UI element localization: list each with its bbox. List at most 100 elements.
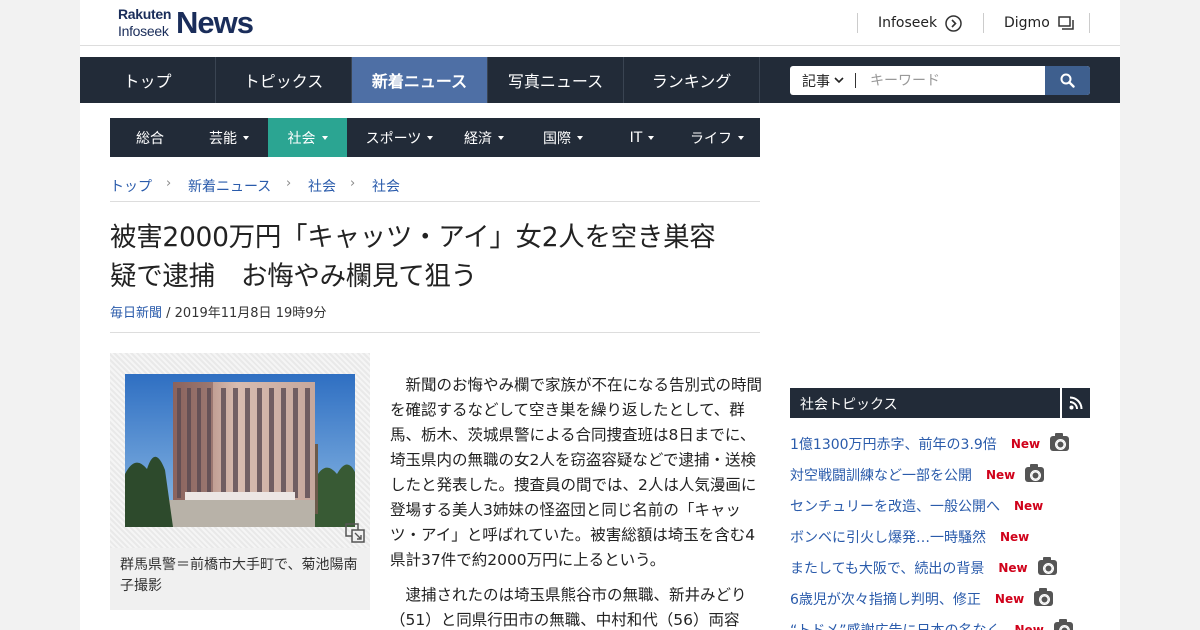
topic-item[interactable]: センチュリーを改造、一般公開へ New bbox=[790, 490, 1090, 521]
category-economy[interactable]: 経済 bbox=[452, 118, 516, 157]
tab-top[interactable]: トップ bbox=[80, 57, 216, 103]
topic-item[interactable]: 6歳児が次々指摘し判明、修正 New bbox=[790, 583, 1090, 614]
chevron-right-icon: › bbox=[286, 176, 292, 191]
search-input[interactable] bbox=[860, 66, 1040, 95]
search-icon bbox=[1060, 73, 1075, 88]
logo-brand: News bbox=[176, 5, 254, 40]
category-label: 社会 bbox=[287, 130, 316, 147]
divider bbox=[857, 13, 858, 33]
rss-icon bbox=[1069, 396, 1083, 410]
digmo-link-label: Digmo bbox=[1004, 15, 1050, 31]
category-nav: 総合 芸能 社会 スポーツ 経済 国際 IT ライフ bbox=[110, 118, 760, 157]
category-label: IT bbox=[629, 129, 643, 146]
category-label: スポーツ bbox=[365, 130, 422, 147]
breadcrumb: トップ › 新着ニュース › 社会 › 社会 bbox=[110, 174, 760, 202]
category-label: 国際 bbox=[543, 130, 571, 147]
topic-title: 6歳児が次々指摘し判明、修正 bbox=[790, 591, 981, 608]
divider bbox=[983, 13, 984, 33]
topic-title: センチュリーを改造、一般公開へ bbox=[790, 498, 1000, 515]
caret-down-icon bbox=[498, 135, 504, 140]
article-title-line2: 疑で逮捕 お悔やみ欄見て狙う bbox=[110, 261, 477, 292]
category-sports[interactable]: スポーツ bbox=[347, 118, 452, 157]
digmo-link[interactable]: Digmo bbox=[1004, 14, 1075, 32]
new-badge: New bbox=[1000, 529, 1030, 544]
tab-topics[interactable]: トピックス bbox=[216, 57, 352, 103]
category-entertainment[interactable]: 芸能 bbox=[190, 118, 268, 157]
camera-icon bbox=[1034, 588, 1054, 606]
main-nav: トップ トピックス 新着ニュース 写真ニュース ランキング 記事 bbox=[80, 57, 1120, 103]
camera-icon bbox=[1053, 619, 1073, 630]
expand-image-icon[interactable] bbox=[345, 523, 365, 543]
category-life[interactable]: ライフ bbox=[674, 118, 760, 157]
search-scope-label: 記事 bbox=[802, 73, 830, 90]
category-label: 経済 bbox=[464, 130, 492, 147]
caret-down-icon bbox=[321, 135, 328, 140]
article-paragraph: 新聞のお悔やみ欄で家族が不在になる告別式の時間を確認するなどして空き巣を繰り返し… bbox=[390, 376, 763, 569]
topic-title: 1億1300万円赤字、前年の3.9倍 bbox=[790, 436, 997, 453]
caret-down-icon bbox=[648, 135, 655, 140]
chevron-down-icon bbox=[834, 77, 844, 84]
topic-title: 対空戦闘訓練など一部を公開 bbox=[790, 467, 972, 484]
article-body: 新聞のお悔やみ欄で家族が不在になる告別式の時間を確認するなどして空き巣を繰り返し… bbox=[390, 373, 762, 630]
breadcrumb-item-society-sub[interactable]: 社会 bbox=[372, 176, 400, 196]
camera-icon bbox=[1037, 557, 1057, 575]
police-building-photo bbox=[125, 374, 355, 527]
chevron-right-icon: › bbox=[166, 176, 172, 191]
article-date: / 2019年11月8日 19時9分 bbox=[162, 306, 327, 321]
article-photo[interactable]: 群馬県警＝前橋市大手町で、菊池陽南子撮影 bbox=[110, 353, 370, 610]
infoseek-link-label: Infoseek bbox=[878, 15, 938, 31]
category-it[interactable]: IT bbox=[610, 118, 674, 157]
window-icon bbox=[1058, 16, 1074, 30]
tab-ranking[interactable]: ランキング bbox=[624, 57, 760, 103]
category-label: 総合 bbox=[136, 130, 164, 147]
new-badge: New bbox=[986, 467, 1016, 482]
caret-down-icon bbox=[738, 135, 744, 140]
topic-item[interactable]: 対空戦闘訓練など一部を公開 New bbox=[790, 459, 1090, 490]
topic-title: ボンベに引火し爆発…一時騒然 bbox=[790, 529, 986, 546]
category-international[interactable]: 国際 bbox=[516, 118, 610, 157]
photo-caption: 群馬県警＝前橋市大手町で、菊池陽南子撮影 bbox=[120, 557, 358, 594]
breadcrumb-item-top[interactable]: トップ bbox=[110, 176, 152, 196]
new-badge: New bbox=[1014, 622, 1044, 630]
divider bbox=[1089, 13, 1090, 33]
caret-down-icon bbox=[577, 135, 583, 140]
breadcrumb-item-latest[interactable]: 新着ニュース bbox=[188, 176, 271, 196]
article-title-line1: 被害2000万円「キャッツ・アイ」女2人を空き巣容 bbox=[110, 222, 716, 253]
chevron-right-icon: › bbox=[350, 176, 356, 191]
society-topics-header: 社会トピックス bbox=[790, 388, 1090, 418]
new-badge: New bbox=[1010, 436, 1041, 451]
page: Rakuten Infoseek News Infoseek Digmo トップ… bbox=[80, 0, 1120, 630]
infoseek-link[interactable]: Infoseek bbox=[878, 14, 962, 32]
logo-line1: Rakuten bbox=[118, 6, 172, 22]
category-label: ライフ bbox=[690, 130, 732, 147]
arrow-circle-icon bbox=[945, 14, 962, 32]
new-badge: New bbox=[1014, 498, 1044, 513]
society-topics-list: 1億1300万円赤字、前年の3.9倍 New 対空戦闘訓練など一部を公開 New セ… bbox=[790, 428, 1090, 630]
search-scope-select[interactable]: 記事 bbox=[790, 66, 856, 95]
article-paragraph: 逮捕されたのは埼玉県熊谷市の無職、新井みどり（51）と同県行田市の無職、中村和代… bbox=[390, 586, 747, 629]
caret-down-icon bbox=[427, 135, 434, 140]
rss-button[interactable] bbox=[1060, 388, 1090, 418]
tab-photo-news[interactable]: 写真ニュース bbox=[488, 57, 624, 103]
topic-item[interactable]: 1億1300万円赤字、前年の3.9倍 New bbox=[790, 428, 1090, 459]
caret-down-icon bbox=[243, 135, 249, 140]
new-badge: New bbox=[998, 560, 1028, 575]
tab-latest-news[interactable]: 新着ニュース bbox=[352, 57, 488, 103]
topic-item[interactable]: “トドメ”感謝広告に日本の名なく New bbox=[790, 614, 1090, 630]
topic-item[interactable]: ボンベに引火し爆発…一時騒然 New bbox=[790, 521, 1090, 552]
breadcrumb-item-society[interactable]: 社会 bbox=[308, 176, 336, 196]
topic-title: “トドメ”感謝広告に日本の名なく bbox=[790, 620, 1001, 630]
camera-icon bbox=[1025, 464, 1045, 482]
article-source-link[interactable]: 毎日新聞 bbox=[110, 306, 162, 321]
category-society[interactable]: 社会 bbox=[268, 118, 347, 157]
topic-item[interactable]: またしても大阪で、続出の背景 New bbox=[790, 552, 1090, 583]
logo-line2: Infoseek bbox=[118, 23, 169, 39]
camera-icon bbox=[1050, 433, 1070, 451]
search-button[interactable] bbox=[1045, 66, 1090, 95]
article-title: 被害2000万円「キャッツ・アイ」女2人を空き巣容 疑で逮捕 お悔やみ欄見て狙う bbox=[110, 218, 762, 296]
search-bar: 記事 bbox=[790, 66, 1090, 95]
society-topics-title: 社会トピックス bbox=[800, 397, 898, 413]
top-bar: Rakuten Infoseek News Infoseek Digmo bbox=[80, 0, 1120, 46]
category-label: 芸能 bbox=[209, 130, 237, 147]
category-general[interactable]: 総合 bbox=[110, 118, 190, 157]
